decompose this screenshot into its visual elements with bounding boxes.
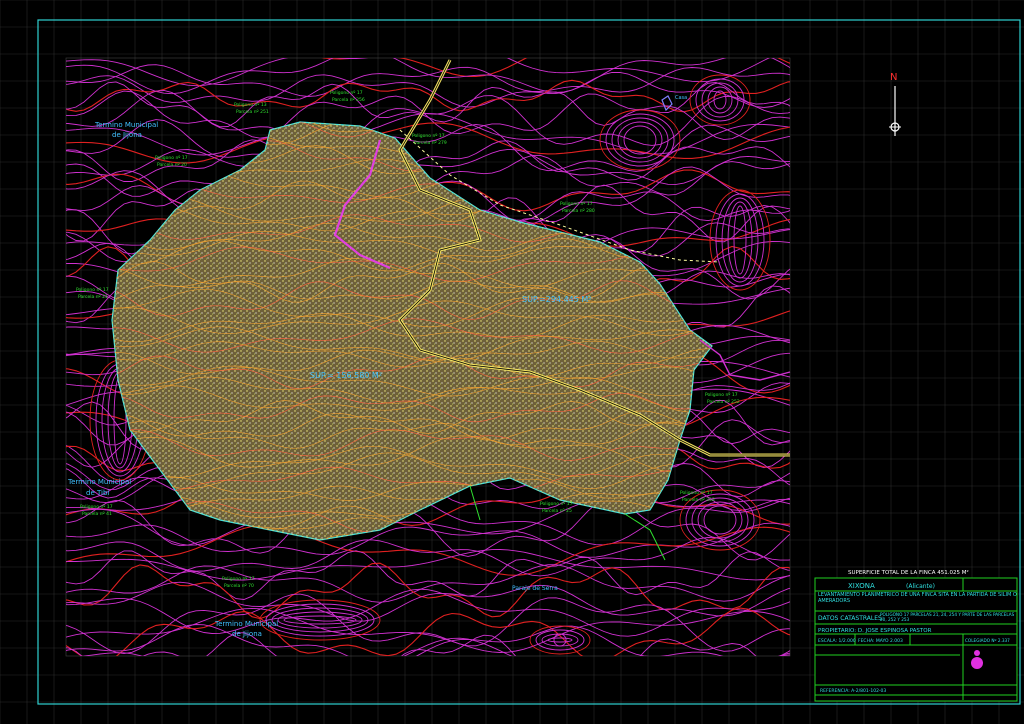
contour-line [66,550,790,600]
contour-line [66,58,770,87]
parcel-label: Poligono nº 17 [412,133,445,139]
contour-loop [689,74,751,126]
fecha: FECHA: MAYO 2.003 [858,638,903,644]
termino-jijona-top-line2: de Jijona [112,131,142,139]
parcel-label: Poligono nº 13 [234,102,267,108]
contour-loop [283,615,357,625]
termino-jijona-top-line1: Termino Municipal [94,121,158,129]
termino-jijona-bottom-line1: Termino Municipal [214,620,278,628]
contour-line [66,537,790,577]
parcel-label: Parcela nº 253 [682,497,715,503]
parcel-label: Poligono nº 17 [80,504,113,510]
parcel-area[interactable] [111,121,713,541]
contour-line [66,581,790,622]
parcel-label: Poligono nº 17 [705,392,738,398]
contour-line [321,58,790,78]
contour-loop [727,201,753,279]
parcel-label: Parcela nº 21 [78,294,108,300]
termino-tibi-line2: de Tibi [86,489,109,497]
contour-loop [701,82,739,118]
parcel-label: Poligono nº 17 [540,501,573,507]
logo-seal [971,657,983,669]
parcel-label: Parcela nº 256 [332,97,365,103]
contour-line [66,119,790,181]
contour-loop [535,629,585,651]
termino-jijona-bottom-line2: de Jijona [232,630,262,638]
parcel-label: Parcela nº 252 [707,399,740,405]
superficie-total: SUPERFICIE TOTAL DE LA FINCA 451.025 M² [848,569,969,576]
contour-line [142,651,790,656]
contour-loop [695,78,745,122]
title-levantamiento: LEVANTAMIENTO PLANIMETRICO DE UNA FINCA … [818,592,1017,604]
parcel-contour-line [112,122,712,138]
parcel-label: Poligono nº 17 [330,90,363,96]
parcel-label: Parcela nº 20 [157,162,187,168]
termino-tibi-line1: Termino Municipal [67,478,131,486]
parcel-label: Poligono nº 17 [155,155,188,161]
contour-line [66,588,790,637]
contour-loop [697,501,743,539]
paraje-label: Paraje de Serra [512,585,558,592]
contour-line [66,632,757,656]
contour-loop [547,637,573,643]
escala: ESCALA: 1/2.000 [818,638,856,644]
sup-right-label: SUP.=294.445 M² [522,295,592,304]
cad-drawing[interactable]: N Termino Municipal de Jijona Termino Mu… [0,0,1024,724]
datos-value: POLIGONO 17 PARCELAS 21, 24, 254 Y PARTE… [880,612,1015,622]
parcel-contour-line [112,517,712,540]
parcel-label: Parcela nº 70 [224,583,254,589]
parcel-label: Poligono nº 17 [680,490,713,496]
cad-map-viewport[interactable]: N Termino Municipal de Jijona Termino Mu… [0,0,1024,724]
propietario: PROPIETARIO: D. JOSE ESPINOSA PASTOR [818,628,932,634]
contour-line [66,524,790,576]
contour-line [66,549,790,581]
parcel-label: Parcela nº 25 [542,508,572,514]
title-town: XIXONA [848,582,875,590]
parcel-label: Poligono nº 17 [222,576,255,582]
parcel-label: Poligono nº 17 [76,287,109,293]
sup-left-label: SUP.= 156.580 M² [310,371,382,380]
parcel-label: Poligono nº 17 [560,201,593,207]
contour-loop [703,505,737,535]
title-block: SUPERFICIE TOTAL DE LA FINCA 451.025 M² … [814,569,1018,702]
colegiado: COLEGIADO Nº 2.337 [965,638,1010,643]
datos-label: DATOS CATASTRALES: [818,615,884,622]
contour-loop [265,603,375,637]
contour-loop [611,117,669,163]
green-line [624,513,666,561]
bottom-ref: REFERENCIA: A-2/801-102-03 [820,688,886,694]
title-province: (Alicante) [906,583,935,590]
parcel-label: Parcela nº 279 [414,140,447,146]
contour-loop [623,125,657,155]
parcel-label: Parcela nº 280 [562,208,595,214]
north-label: N [890,72,897,83]
parcel-label: Parcela nº 251 [236,109,269,115]
contour-line [66,607,790,656]
parcel-label: Parcela nº 41 [82,511,112,517]
casa-label: Casa [675,95,687,101]
contour-line [66,607,790,653]
